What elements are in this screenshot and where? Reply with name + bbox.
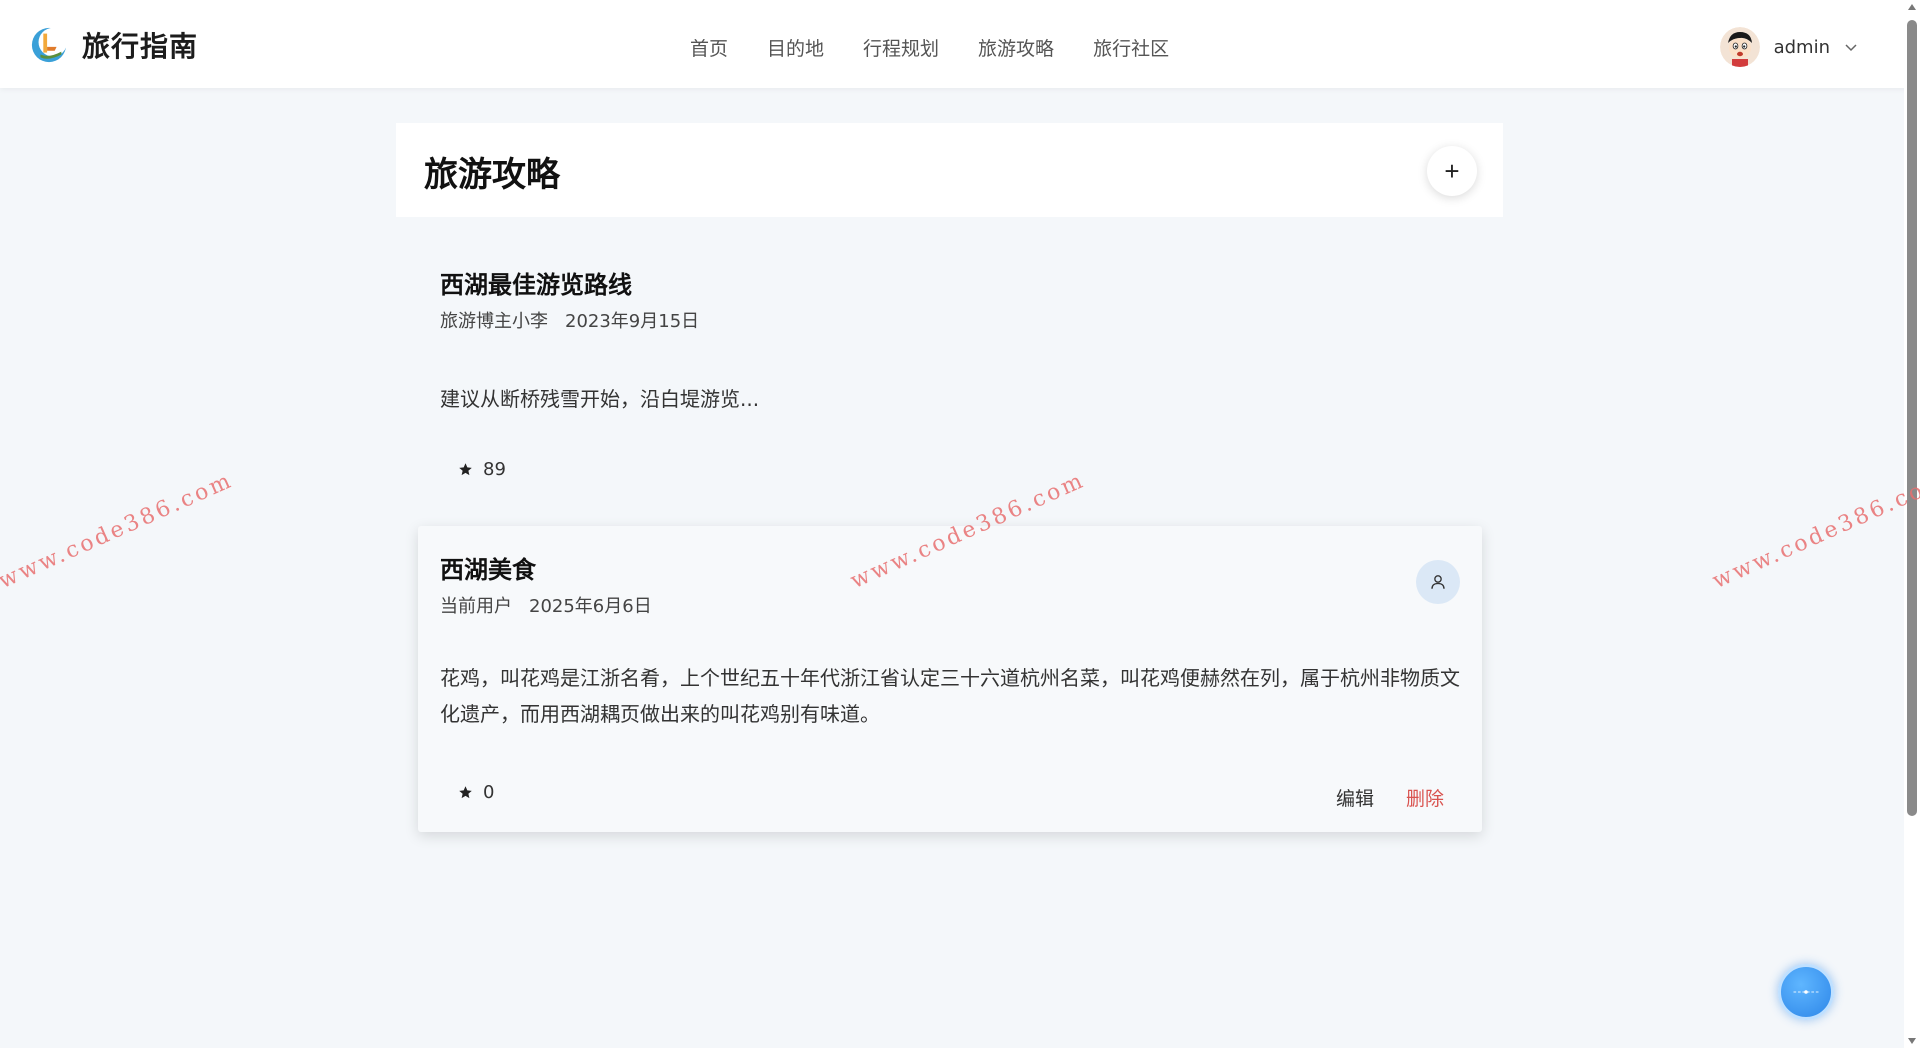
scroll-up-icon[interactable] — [1908, 4, 1916, 10]
watermark-text: www.code386.com — [0, 467, 238, 594]
edit-button[interactable]: 编辑 — [1336, 784, 1374, 811]
guide-date: 2025年6月6日 — [529, 596, 652, 617]
user-menu[interactable]: admin — [1719, 27, 1858, 67]
guide-meta: 旅游博主小李 2023年9月15日 — [440, 307, 699, 333]
watermark-text: www.code386.com — [1708, 467, 1920, 594]
star-icon — [459, 786, 472, 799]
nav-item-home[interactable]: 首页 — [690, 34, 728, 61]
guide-meta: 当前用户 2025年6月6日 — [440, 592, 652, 618]
guide-card[interactable]: 西湖最佳游览路线 旅游博主小李 2023年9月15日 建议从断桥残雪开始，沿白堤… — [418, 244, 1482, 494]
brand-name: 旅行指南 — [82, 30, 199, 63]
guide-excerpt: 建议从断桥残雪开始，沿白堤游览... — [440, 387, 760, 411]
guide-rating: 0 — [458, 782, 494, 803]
top-header: 旅行指南 首页 目的地 行程规划 旅游攻略 旅行社区 admin — [0, 0, 1920, 88]
nav-item-community[interactable]: 旅行社区 — [1093, 34, 1169, 61]
user-icon — [1431, 575, 1445, 589]
nav-item-itinerary[interactable]: 行程规划 — [863, 34, 939, 61]
guide-title: 西湖最佳游览路线 — [440, 271, 632, 299]
assistant-icon — [1793, 990, 1819, 994]
scroll-thumb[interactable] — [1907, 20, 1917, 816]
brand-logo-icon — [31, 27, 68, 63]
guide-title: 西湖美食 — [440, 556, 536, 584]
scroll-down-icon[interactable] — [1908, 1038, 1916, 1044]
guide-rating: 89 — [458, 459, 506, 480]
floating-assistant-button[interactable] — [1778, 964, 1834, 1020]
add-guide-button[interactable]: + — [1427, 146, 1477, 196]
delete-button[interactable]: 删除 — [1406, 784, 1444, 811]
guide-excerpt: 花鸡，叫花鸡是江浙名肴，上个世纪五十年代浙江省认定三十六道杭州名菜，叫花鸡便赫然… — [440, 666, 1460, 726]
guide-author: 当前用户 — [440, 596, 512, 617]
username: admin — [1773, 36, 1830, 58]
nav-item-guides[interactable]: 旅游攻略 — [978, 34, 1054, 61]
nav-item-destinations[interactable]: 目的地 — [767, 34, 824, 61]
brand[interactable]: 旅行指南 — [30, 24, 198, 66]
guide-rating-value: 0 — [483, 782, 495, 803]
main-nav: 首页 目的地 行程规划 旅游攻略 旅行社区 — [690, 0, 1169, 94]
guide-card[interactable]: 西湖美食 当前用户 2025年6月6日 花鸡，叫花鸡是江浙名肴，上个世纪五十年代… — [418, 526, 1482, 832]
guide-rating-value: 89 — [483, 459, 506, 480]
guide-date: 2023年9月15日 — [565, 311, 700, 332]
owner-badge — [1416, 560, 1460, 604]
card-actions: 编辑 删除 — [1336, 784, 1444, 811]
page-title: 旅游攻略 — [424, 155, 560, 195]
star-icon — [459, 463, 472, 476]
avatar — [1719, 27, 1760, 67]
page-scrollbar[interactable] — [1904, 0, 1920, 1048]
page-title-bar: 旅游攻略 + — [396, 123, 1503, 217]
chevron-down-icon — [1845, 44, 1857, 52]
guide-author: 旅游博主小李 — [440, 311, 548, 332]
